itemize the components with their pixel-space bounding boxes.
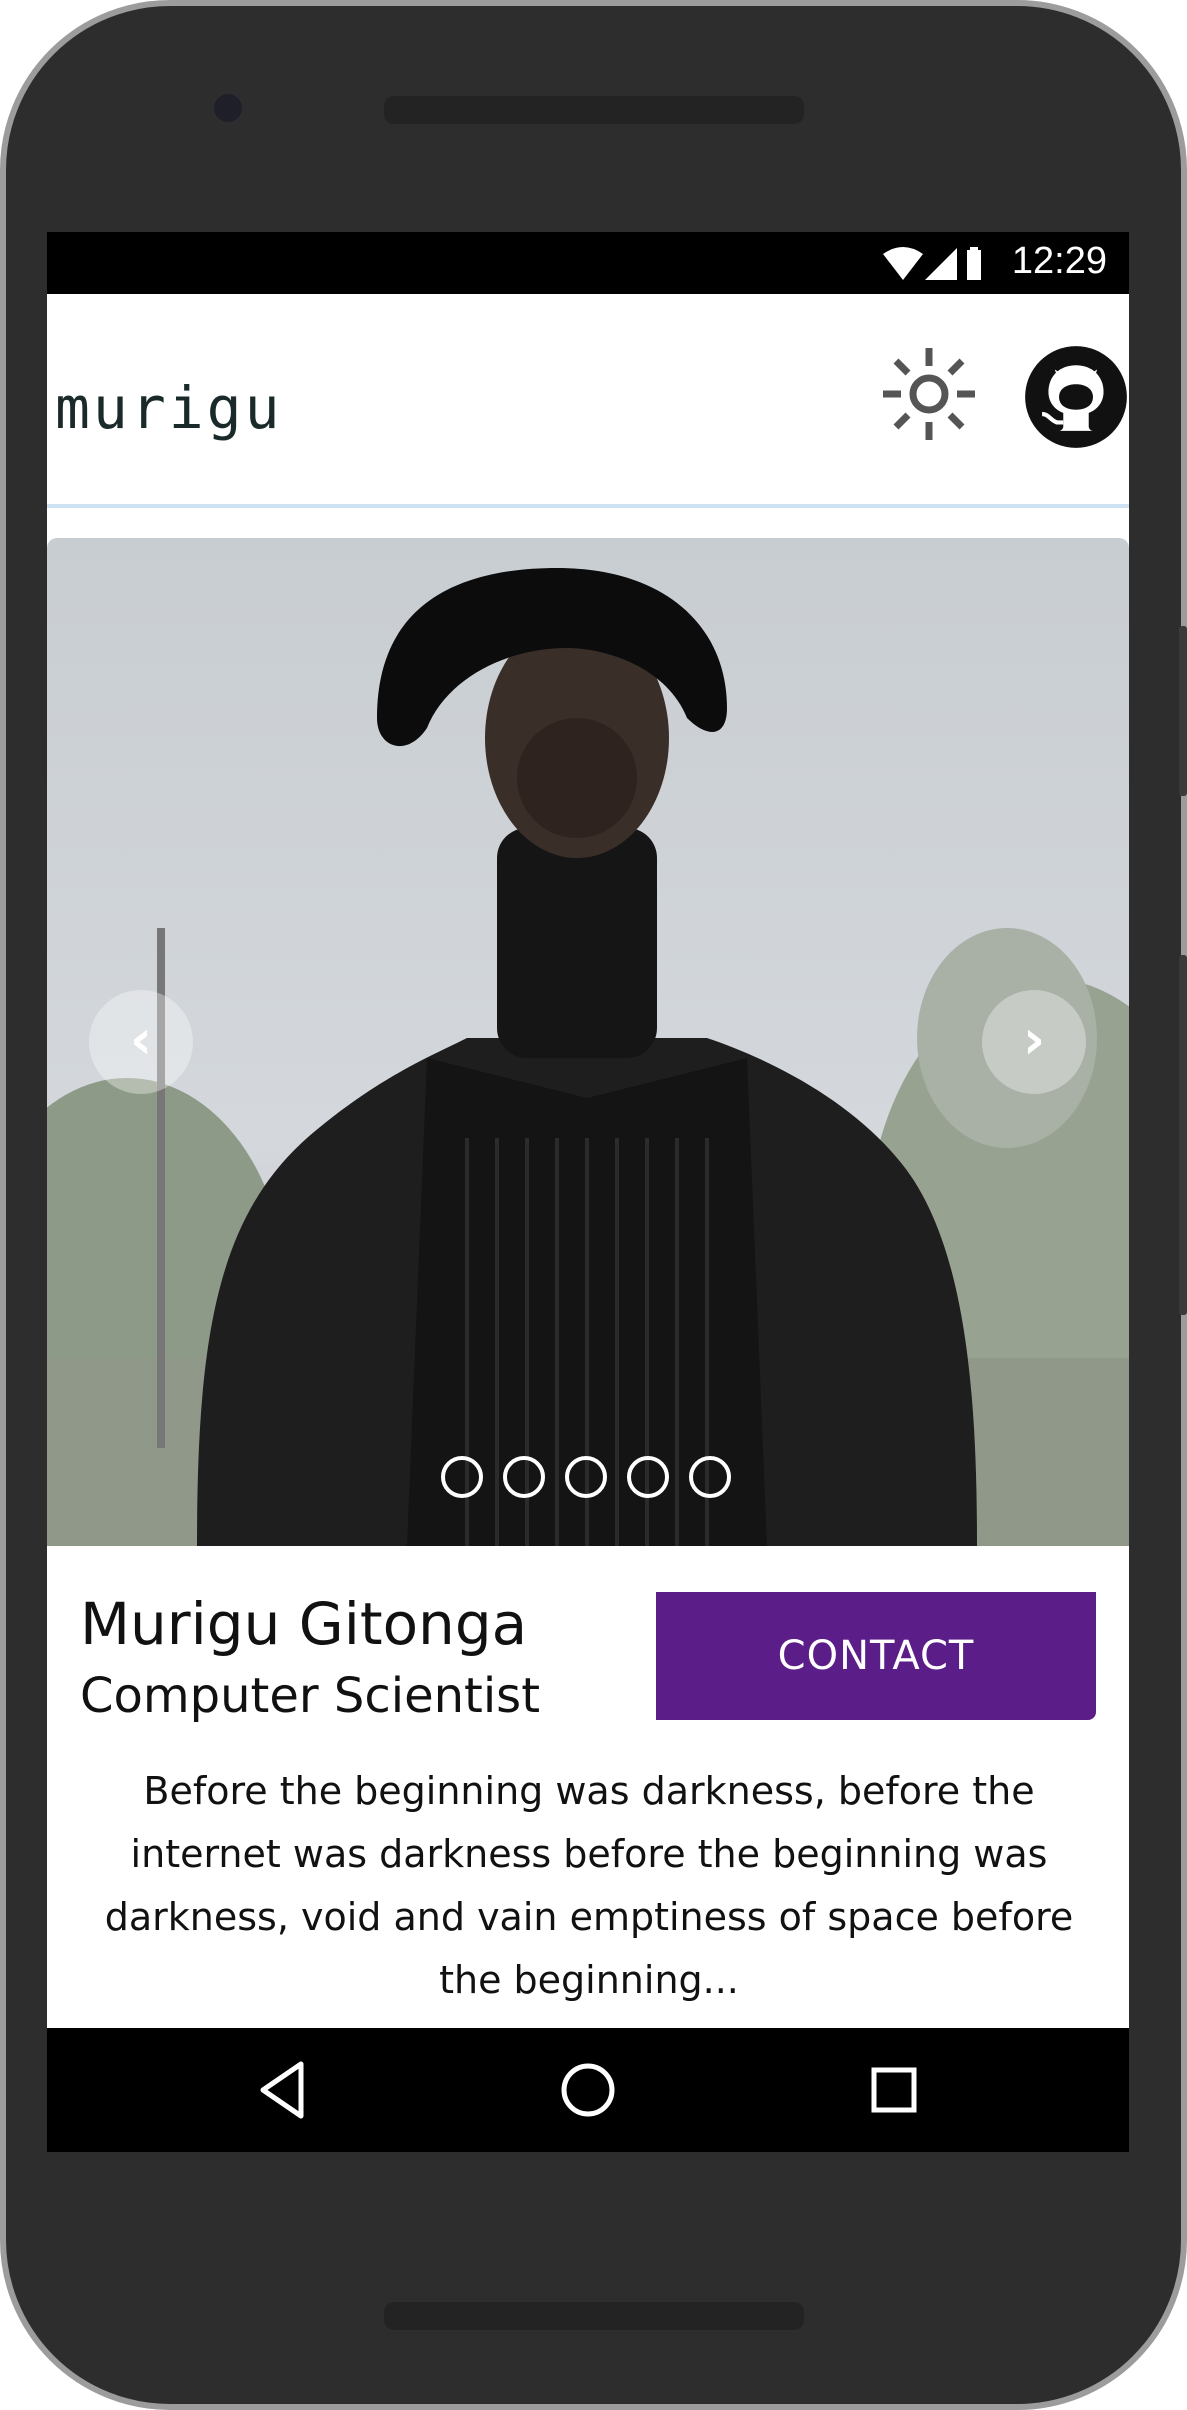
header-divider [47,504,1129,508]
signal-icon [925,248,957,280]
profile-title: Computer Scientist [80,1668,541,1724]
volume-button [1179,955,1187,1315]
status-icons [883,247,981,280]
portrait-photo [47,538,1129,1546]
speaker-grille [384,96,804,124]
app-header: murigu [47,294,1129,506]
profile-bio: Before the beginning was darkness, befor… [104,1769,1074,2002]
profile-name: Murigu Gitonga [80,1590,528,1658]
power-button [1179,626,1187,796]
carousel-prev-button[interactable]: ‹ [89,990,193,1094]
status-time: 12:29 [1011,240,1107,282]
system-nav-bar [47,2028,1129,2152]
screen: 12:29 murigu ‹ › Murigu Gitonga Computer… [47,232,1129,2152]
chevron-left-icon: ‹ [129,1008,153,1071]
status-bar: 12:29 [47,232,1129,294]
chevron-right-icon: › [1022,1008,1046,1071]
carousel-indicator[interactable] [627,1456,669,1498]
recents-square-icon[interactable] [862,2058,926,2122]
carousel-indicators [441,1456,731,1500]
camera-icon [214,94,242,122]
image-carousel[interactable]: ‹ › [47,538,1129,1546]
carousel-indicator[interactable] [565,1456,607,1498]
battery-icon [967,247,981,280]
speaker-grille-bottom [384,2302,804,2330]
wifi-icon [883,247,923,280]
carousel-indicator[interactable] [689,1456,731,1498]
github-icon[interactable] [1023,344,1129,450]
back-triangle-icon[interactable] [251,2058,315,2122]
contact-button[interactable]: CONTACT [656,1592,1096,1720]
site-logo[interactable]: murigu [55,374,283,442]
sun-icon[interactable] [879,344,979,444]
home-circle-icon[interactable] [556,2058,620,2122]
carousel-indicator[interactable] [441,1456,483,1498]
carousel-indicator[interactable] [503,1456,545,1498]
carousel-next-button[interactable]: › [982,990,1086,1094]
